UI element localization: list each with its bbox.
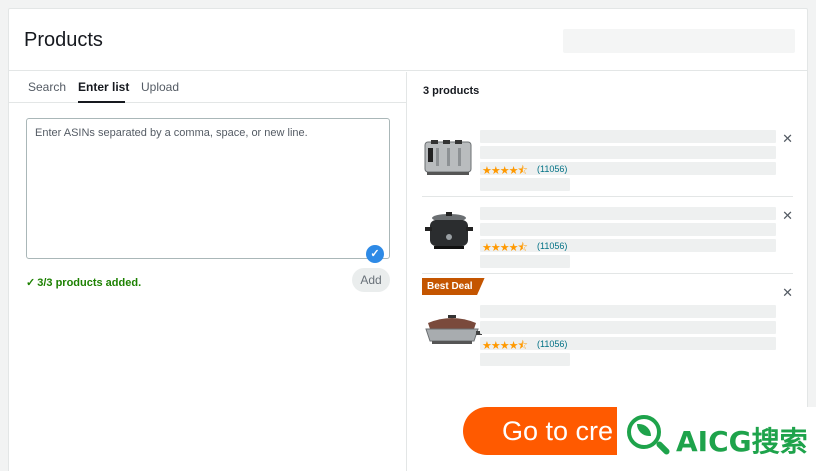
- product-item: ★★★★⯪ (11056) ✕: [422, 119, 793, 197]
- electric-skillet-icon: [425, 315, 482, 344]
- review-count-link[interactable]: (11056): [537, 164, 567, 174]
- tab-bar: Search Enter list Upload: [9, 72, 406, 103]
- remove-product-close-icon[interactable]: ✕: [782, 285, 793, 301]
- tab-search[interactable]: Search: [28, 80, 66, 94]
- status-message: ✓ 3/3 products added.: [26, 276, 141, 289]
- status-text: 3/3 products added.: [37, 277, 142, 289]
- header-redacted-area: [563, 29, 795, 53]
- add-button[interactable]: Add: [352, 268, 390, 292]
- redacted-title-line: [480, 305, 776, 318]
- success-check-icon: ✓: [26, 277, 36, 289]
- watermark: AICG搜索: [617, 407, 816, 471]
- deal-badge: Best Deal: [422, 278, 485, 295]
- redacted-title-line: [480, 146, 776, 159]
- panel-header: Products: [9, 9, 807, 71]
- redacted-price: [480, 178, 570, 191]
- product-count: 3 products: [423, 85, 480, 97]
- toaster-icon: [424, 140, 472, 175]
- active-tab-indicator: [78, 101, 125, 103]
- page-title: Products: [24, 29, 103, 51]
- tab-upload[interactable]: Upload: [141, 80, 179, 94]
- redacted-title-line: [480, 207, 776, 220]
- products-panel: Products Search Enter list Upload ✓ ✓3/3…: [8, 8, 808, 471]
- review-count-link[interactable]: (11056): [537, 339, 567, 349]
- magnifier-handle-icon: [655, 440, 671, 456]
- review-count-link[interactable]: (11056): [537, 241, 567, 251]
- redacted-title-line: [480, 223, 776, 236]
- redacted-price: [480, 255, 570, 268]
- redacted-title-line: [480, 321, 776, 334]
- product-item: ★★★★⯪ (11056) ✕: [422, 196, 793, 274]
- product-item: Best Deal ★★★★⯪ (11056) ✕: [422, 273, 793, 373]
- watermark-text: AICG搜索: [676, 425, 808, 458]
- remove-product-close-icon[interactable]: ✕: [782, 208, 793, 224]
- slow-cooker-icon: [425, 212, 473, 249]
- redacted-price: [480, 353, 570, 366]
- asin-list-input[interactable]: [26, 118, 390, 259]
- input-pane: Search Enter list Upload ✓ ✓3/3 products…: [9, 72, 407, 471]
- checkmark-icon: ✓: [366, 245, 384, 263]
- remove-product-close-icon[interactable]: ✕: [782, 131, 793, 147]
- redacted-title-line: [480, 130, 776, 143]
- tab-enter-list[interactable]: Enter list: [78, 80, 129, 94]
